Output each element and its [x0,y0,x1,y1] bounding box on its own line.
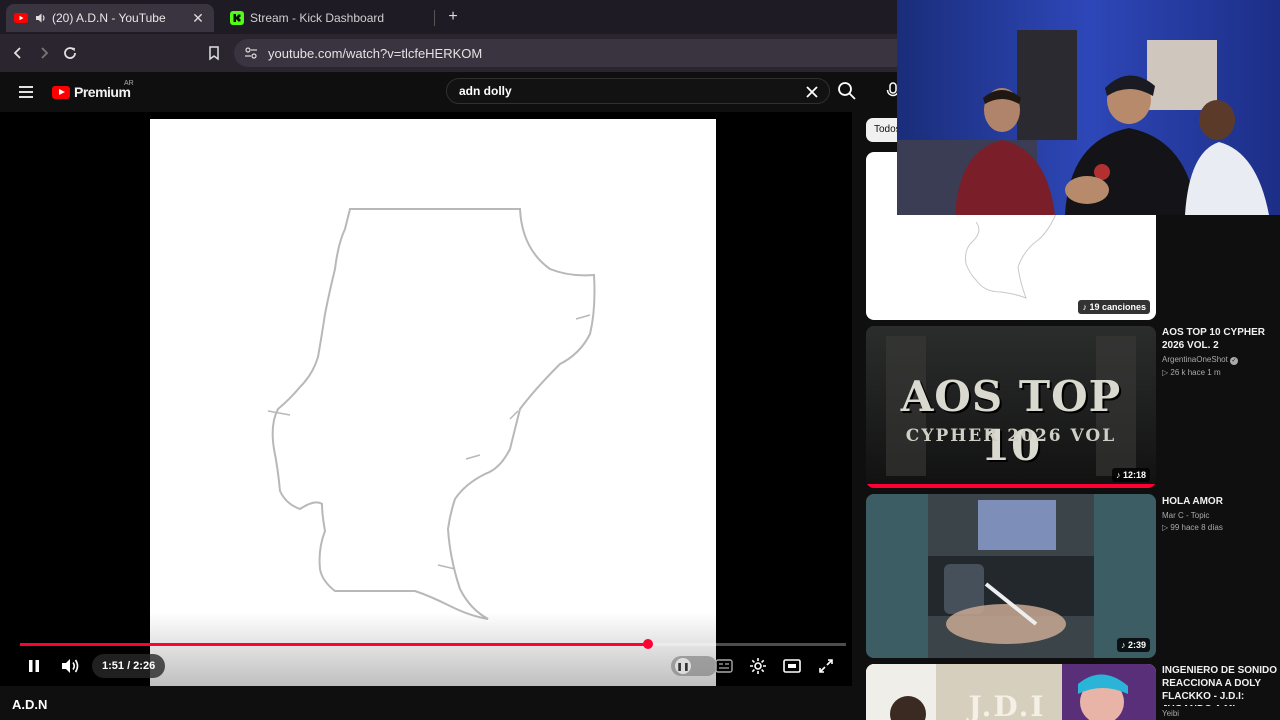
scrubber-handle[interactable] [642,639,653,649]
video-thumbnail-jdi[interactable]: J.D.I [866,664,1156,720]
time-display: 1:51 / 2:26 [92,654,166,678]
video-player[interactable] [0,112,852,686]
duration-badge: ♪ 12:18 [1111,468,1150,482]
tab-label: Stream - Kick Dashboard [250,11,385,25]
channel-name-aos[interactable]: ArgentinaOneShot ✓ [1162,355,1280,365]
video-thumbnail-aos[interactable]: AOS TOP 10 CYPHER 2026 VOL ♪ 12:18 [866,326,1156,488]
video-meta-hola-amor[interactable]: HOLA AMOR Mar C - Topic ▷ 99 hace 8 días [1162,495,1280,532]
province-map-outline [267,208,596,620]
new-tab-plus-icon[interactable]: + [444,8,462,26]
address-bar[interactable]: youtube.com/watch?v=tlcfeHERKOM [234,39,934,67]
search-input[interactable] [459,84,789,98]
clear-search-icon[interactable] [803,83,821,101]
tab-divider [434,10,435,26]
subtitles-icon[interactable] [714,656,734,676]
channel-label: ArgentinaOneShot [1162,355,1228,364]
video-title[interactable]: A.D.N [12,697,47,712]
aos-thumbnail-title: AOS TOP 10 [900,372,1122,470]
fullscreen-icon[interactable] [816,656,836,676]
video-meta-jdi[interactable]: INGENIERO DE SONIDO REACCIONA A DOLY FLA… [1162,664,1280,718]
speaker-icon[interactable] [34,11,48,25]
jdi-thumbnail-title: J.D.I [968,690,1046,720]
video-title-aos[interactable]: AOS TOP 10 CYPHER 2026 VOL. 2 [1162,326,1280,352]
pause-button[interactable] [24,656,44,676]
forward-arrow-icon[interactable] [34,43,54,63]
autoplay-toggle[interactable]: ❚❚ [671,656,717,676]
youtube-premium-logo[interactable]: Premium AR [52,80,134,101]
verified-check-icon: ✓ [1230,357,1239,365]
tab-kick[interactable]: Stream - Kick Dashboard [222,4,434,32]
channel-name-jdi[interactable]: Yeibi [1162,709,1280,718]
screen: (20) A.D.N - YouTube ✕ Stream - Kick Das… [0,0,1280,720]
video-stats-hola-amor: ▷ 99 hace 8 días [1162,523,1223,532]
playlist-count-badge: ♪ 19 canciones [1078,300,1150,314]
close-icon[interactable]: ✕ [190,10,206,26]
volume-icon[interactable] [60,656,80,676]
tab-label: (20) A.D.N - YouTube [52,11,166,25]
settings-gear-icon[interactable] [748,656,768,676]
theater-mode-icon[interactable] [782,656,802,676]
menu-hamburger-icon[interactable] [16,82,36,102]
kick-favicon-icon [230,11,244,25]
reload-icon[interactable] [60,43,80,63]
logo-text: Premium [74,84,131,100]
video-title-jdi[interactable]: INGENIERO DE SONIDO REACCIONA A DOLY FLA… [1162,664,1280,706]
video-frame[interactable] [150,119,716,686]
bookmark-icon[interactable] [204,43,224,63]
channel-name-hola-amor[interactable]: Mar C - Topic [1162,511,1280,520]
webcam-image [897,0,1280,215]
url-text: youtube.com/watch?v=tlcfeHERKOM [268,45,483,61]
progress-played [20,643,648,646]
country-code: AR [124,80,134,87]
back-arrow-icon[interactable] [8,43,28,63]
youtube-play-logo-icon [52,85,70,99]
video-thumbnail-hola-amor[interactable]: ♪ 2:39 [866,494,1156,658]
search-box [446,78,830,104]
autoplay-pause-icon: ❚❚ [675,658,691,674]
tab-youtube[interactable]: (20) A.D.N - YouTube ✕ [6,4,214,32]
webcam-overlay [897,0,1280,215]
video-meta-aos[interactable]: AOS TOP 10 CYPHER 2026 VOL. 2 ArgentinaO… [1162,326,1280,377]
progress-bar[interactable] [20,639,846,649]
video-stats-aos: ▷ 26 k hace 1 m [1162,368,1221,377]
aos-thumbnail-subtitle: CYPHER 2026 VOL [905,426,1117,446]
studio-thumbnail-art [866,494,1156,658]
site-settings-icon[interactable] [242,44,260,62]
video-title-hola-amor[interactable]: HOLA AMOR [1162,495,1280,508]
search-icon[interactable] [836,80,858,102]
youtube-favicon-icon [14,11,28,25]
duration-badge: ♪ 2:39 [1116,638,1150,652]
